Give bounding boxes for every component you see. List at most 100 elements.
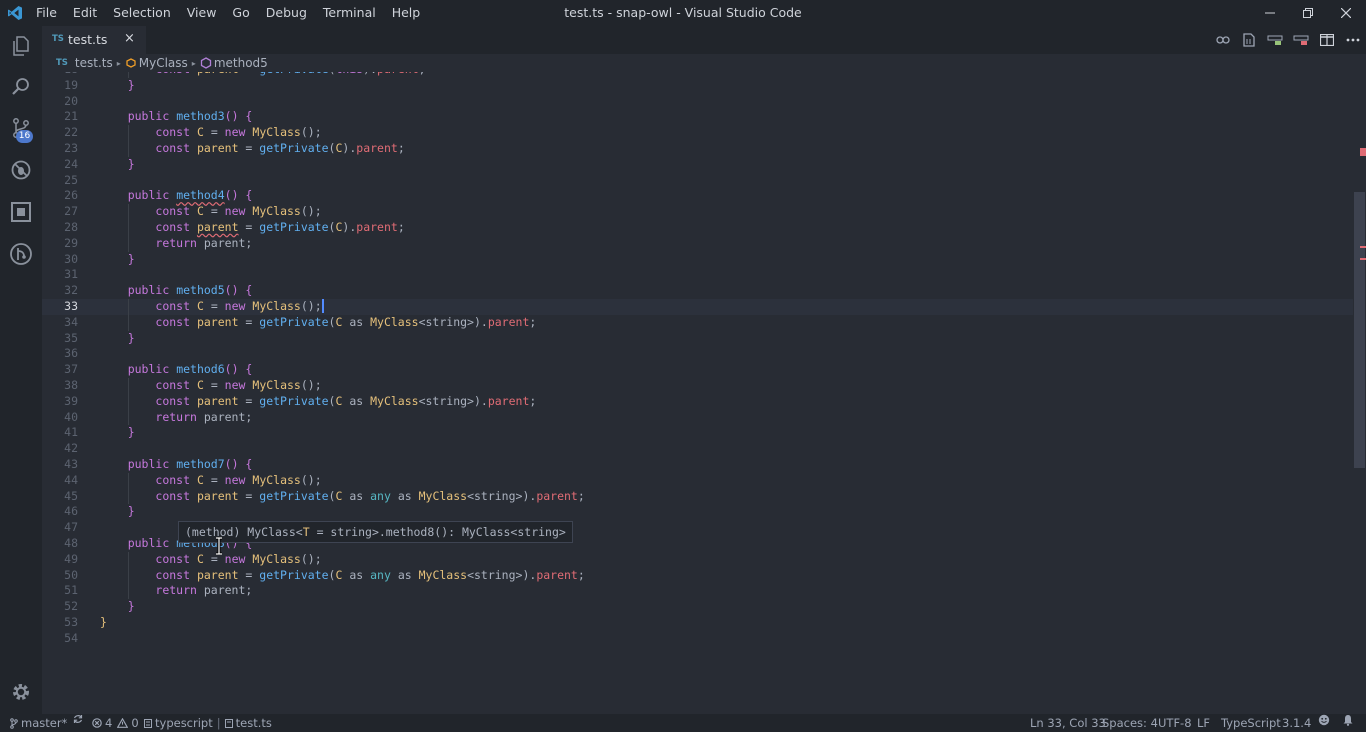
next-revision-button[interactable] [1288, 26, 1314, 54]
code-line[interactable]: 44 const C = new MyClass(); [42, 472, 1353, 489]
code-line[interactable]: 22 const C = new MyClass(); [42, 125, 1353, 141]
code-token: MyClass [418, 488, 468, 503]
code-line[interactable]: 52 } [42, 599, 1353, 615]
menu-view[interactable]: View [179, 0, 225, 26]
settings-button[interactable] [0, 672, 42, 712]
menu-help[interactable]: Help [384, 0, 429, 26]
breadcrumb-class[interactable]: MyClass [139, 56, 188, 70]
code-line[interactable]: 34 const parent = getPrivate(C as MyClas… [42, 314, 1353, 331]
indentation-setting[interactable]: Spaces: 4 [1102, 714, 1158, 732]
code-token: ). [363, 72, 377, 76]
code-line[interactable]: 50 const parent = getPrivate(C as any as… [42, 567, 1353, 584]
cursor-position[interactable]: Ln 33, Col 33 [1030, 714, 1106, 732]
open-changes-button[interactable] [1236, 26, 1262, 54]
minimize-button[interactable] [1251, 0, 1289, 26]
language-server-status[interactable]: typescript | test.ts [144, 714, 272, 732]
line-number: 36 [64, 346, 78, 361]
menu-edit[interactable]: Edit [65, 0, 105, 26]
typescript-version[interactable]: 3.1.4 [1282, 714, 1311, 732]
tab-test-ts[interactable]: TS test.ts × [42, 26, 146, 54]
code-line[interactable]: 36 [42, 346, 1353, 362]
code-token: parent; [196, 583, 253, 598]
code-line[interactable]: 24 } [42, 157, 1353, 173]
code-line[interactable]: 30 } [42, 252, 1353, 268]
code-line[interactable]: 35 } [42, 331, 1353, 347]
eol-setting[interactable]: LF [1197, 714, 1210, 732]
language-mode[interactable]: TypeScript [1221, 714, 1281, 732]
code-token: const [155, 377, 191, 392]
code-text: return parent; [100, 236, 252, 252]
source-control-button[interactable]: 16 [0, 108, 42, 148]
encoding-setting[interactable]: UTF-8 [1158, 714, 1192, 732]
menu-file[interactable]: File [28, 0, 65, 26]
menu-selection[interactable]: Selection [105, 0, 179, 26]
code-text: public method3() { [100, 109, 253, 125]
split-editor-button[interactable] [1314, 26, 1340, 54]
debug-button[interactable] [0, 150, 42, 190]
code-line[interactable]: 42 [42, 441, 1353, 457]
code-token: C [196, 377, 204, 392]
code-token: const [155, 140, 191, 155]
compare-changes-button[interactable] [1210, 26, 1236, 54]
branch-indicator[interactable]: master* [10, 714, 67, 732]
code-line[interactable]: 37 public method6() { [42, 362, 1353, 378]
problems-indicator[interactable]: 4 0 [92, 714, 139, 732]
explorer-button[interactable] [0, 26, 42, 66]
code-line[interactable]: 54 [42, 631, 1353, 647]
gitlens-button[interactable] [0, 234, 42, 274]
more-actions-button[interactable] [1340, 26, 1366, 54]
extensions-button[interactable] [0, 192, 42, 232]
code-line[interactable]: 31 [42, 267, 1353, 283]
code-line[interactable]: 33 const C = new MyClass(); [42, 298, 1353, 315]
restore-button[interactable] [1289, 0, 1327, 26]
code-line[interactable]: 49 const C = new MyClass(); [42, 551, 1353, 568]
code-line[interactable]: 25 [42, 173, 1353, 189]
breadcrumb-file[interactable]: test.ts [75, 56, 113, 70]
code-line[interactable]: 38 const C = new MyClass(); [42, 377, 1353, 394]
tab-close-button[interactable]: × [124, 31, 135, 46]
code-line[interactable]: 46 } [42, 504, 1353, 520]
tab-label: test.ts [68, 32, 108, 47]
code-line[interactable]: 41 } [42, 425, 1353, 441]
code-line[interactable]: 29 return parent; [42, 235, 1353, 252]
code-text: const parent = getPrivate(C as any as My… [100, 488, 584, 505]
code-line[interactable]: 43 public method7() { [42, 457, 1353, 473]
code-token: T [302, 525, 310, 539]
code-line[interactable]: 20 [42, 94, 1353, 110]
code-line[interactable]: 23 const parent = getPrivate(C).parent; [42, 140, 1353, 157]
close-window-button[interactable] [1327, 0, 1365, 26]
menu-terminal[interactable]: Terminal [315, 0, 384, 26]
code-editor[interactable]: 18 const parent = getPrivate(this).paren… [42, 72, 1366, 714]
code-line[interactable]: 32 public method5() { [42, 283, 1353, 299]
code-token: getPrivate [259, 140, 329, 155]
code-line[interactable]: 21 public method3() { [42, 109, 1353, 125]
status-file-name: test.ts [235, 716, 272, 730]
menu-debug[interactable]: Debug [258, 0, 315, 26]
breadcrumb-method[interactable]: method5 [214, 56, 268, 70]
previous-revision-button[interactable] [1262, 26, 1288, 54]
sync-button[interactable] [73, 714, 83, 724]
code-line[interactable]: 39 const parent = getPrivate(C as MyClas… [42, 393, 1353, 410]
notifications-button[interactable] [1342, 714, 1354, 726]
feedback-button[interactable] [1318, 714, 1330, 726]
code-line[interactable]: 51 return parent; [42, 583, 1353, 600]
code-line[interactable]: 53} [42, 615, 1353, 631]
code-line[interactable]: 27 const C = new MyClass(); [42, 204, 1353, 220]
code-text: const C = new MyClass(); [100, 552, 321, 568]
code-line[interactable]: 40 return parent; [42, 409, 1353, 426]
scroll-thumb[interactable] [1354, 192, 1365, 468]
code-line[interactable]: 45 const parent = getPrivate(C as any as… [42, 488, 1353, 505]
code-line[interactable]: 28 const parent = getPrivate(C).parent; [42, 219, 1353, 236]
code-line[interactable]: 19 } [42, 78, 1353, 94]
line-number: 45 [64, 488, 78, 503]
search-button[interactable] [0, 67, 42, 107]
code-line[interactable]: 26 public method4() { [42, 188, 1353, 204]
editor-scrollbar[interactable] [1353, 72, 1366, 714]
code-token: = [238, 567, 260, 582]
code-token: } [100, 425, 135, 440]
menu-go[interactable]: Go [224, 0, 257, 26]
